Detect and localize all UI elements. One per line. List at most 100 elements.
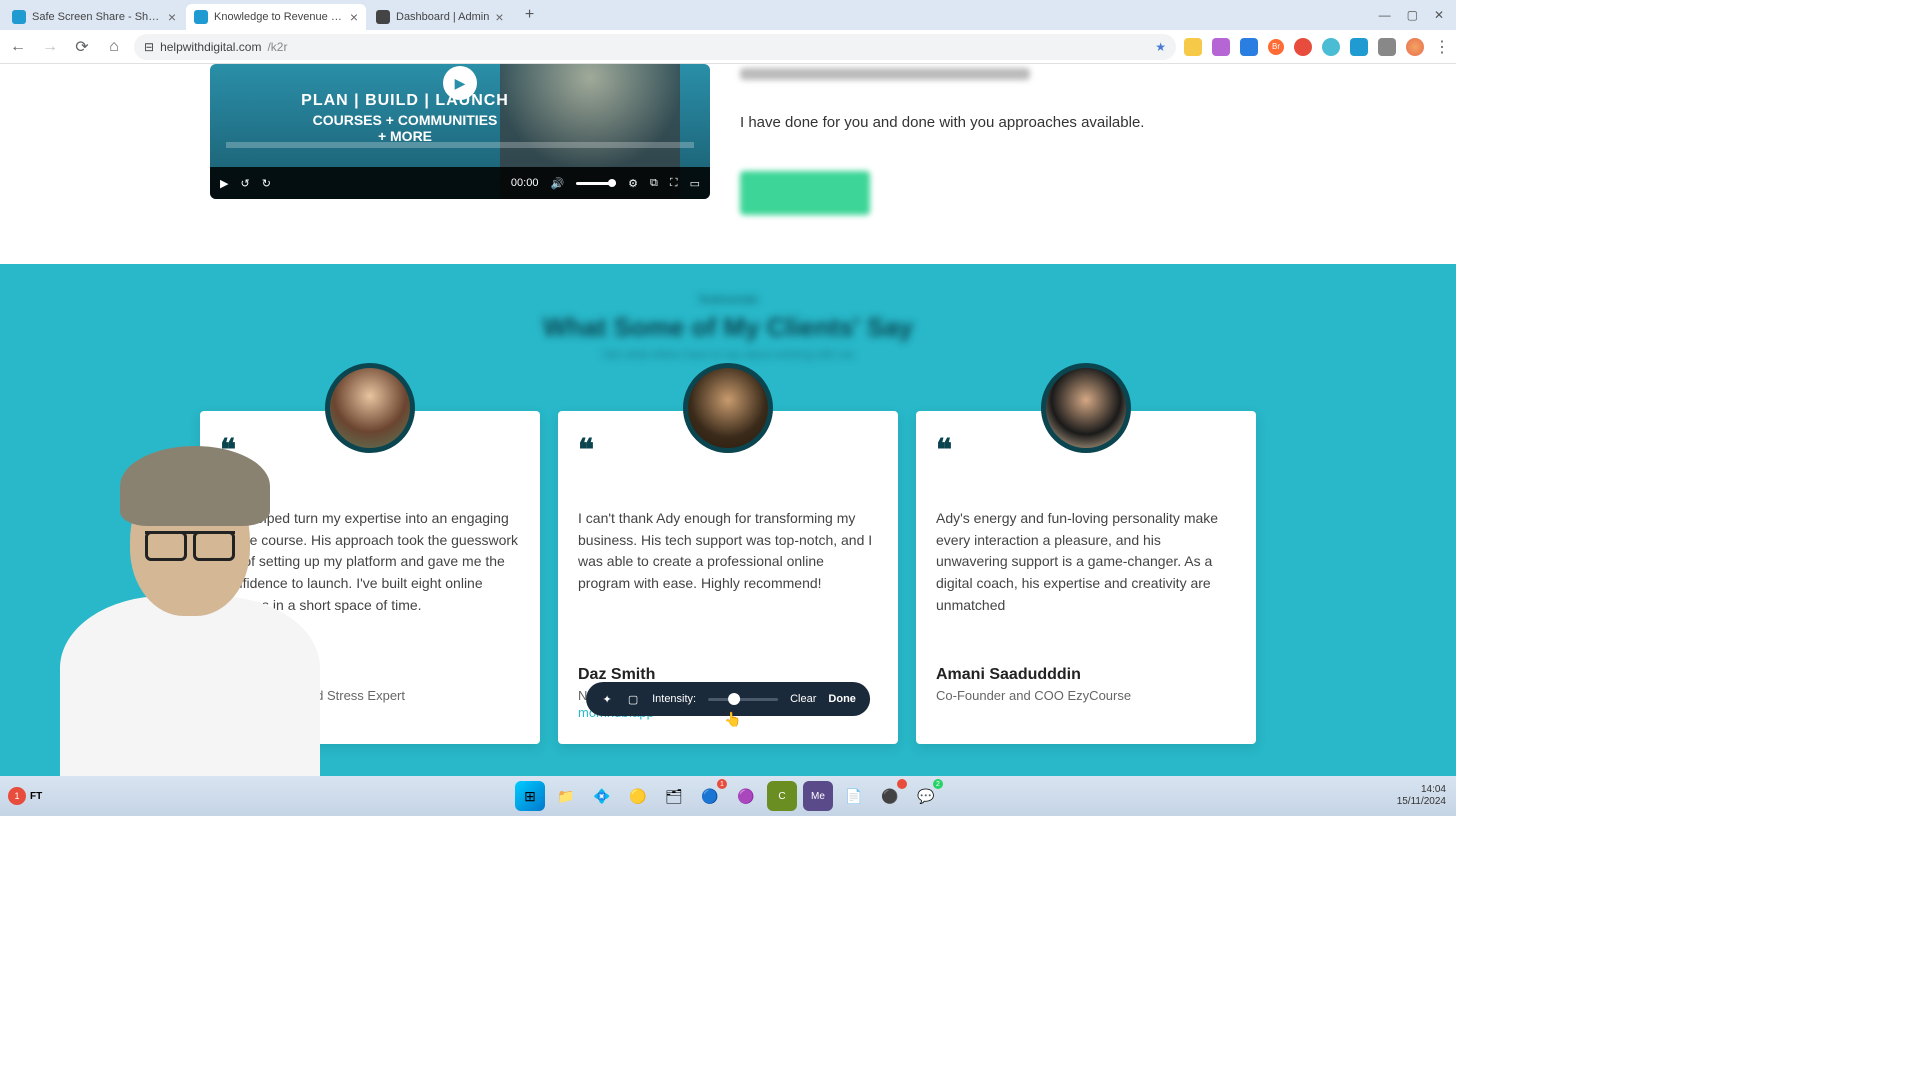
blurred-text xyxy=(740,68,1030,80)
fullscreen-icon[interactable]: ⛶ xyxy=(670,177,678,190)
forward-button[interactable]: → xyxy=(38,35,62,59)
volume-slider[interactable] xyxy=(576,182,616,185)
hero-section: ▶ PLAN | BUILD | LAUNCH COURSES + COMMUN… xyxy=(0,64,1456,264)
forward-button[interactable]: ↻ xyxy=(262,177,271,190)
testimonials-header: Testimonials What Some of My Clients' Sa… xyxy=(40,294,1416,361)
testimonial-role: Co-Founder and COO EzyCourse xyxy=(936,688,1236,703)
testimonial-name: Amani Saadudddin xyxy=(936,666,1236,684)
section-subtitle: See what others have to say about workin… xyxy=(40,349,1416,361)
copilot-icon[interactable]: 💠 xyxy=(587,781,617,811)
webcam-overlay[interactable] xyxy=(50,446,330,766)
close-icon[interactable]: × xyxy=(350,9,358,25)
system-tray[interactable]: 14:04 15/11/2024 xyxy=(1397,784,1446,808)
kebab-menu-icon[interactable]: ⋮ xyxy=(1434,37,1450,57)
reload-button[interactable]: ⟳ xyxy=(70,35,94,59)
video-line1: PLAN | BUILD | LAUNCH xyxy=(250,92,560,110)
ext-icon[interactable] xyxy=(1294,38,1312,56)
droplet-icon xyxy=(12,10,26,24)
bookmark-star-icon[interactable]: ★ xyxy=(1155,40,1166,54)
hero-copy: I have done for you and done with you ap… xyxy=(740,64,1246,215)
ext-icon[interactable] xyxy=(1350,38,1368,56)
home-button[interactable]: ⌂ xyxy=(102,35,126,59)
avatar xyxy=(325,363,415,453)
play-button[interactable]: ▶ xyxy=(220,177,228,190)
windows-taskbar[interactable]: 1 FT ⊞ 📁 💠 🟡 🗂 🔵1 🟣 C Me 📄 ⚫ 💬2 14:04 15… xyxy=(0,776,1456,816)
explorer-icon[interactable]: 📁 xyxy=(551,781,581,811)
camtasia-icon[interactable]: C xyxy=(767,781,797,811)
url-path: /k2r xyxy=(267,40,287,54)
extensions-menu-icon[interactable] xyxy=(1378,38,1396,56)
chrome-icon[interactable]: 🟡 xyxy=(623,781,653,811)
square-icon[interactable]: ▢ xyxy=(626,692,640,706)
app-icon[interactable]: 🟣 xyxy=(731,781,761,811)
badge-icon xyxy=(897,779,907,789)
intensity-label: Intensity: xyxy=(652,693,696,705)
testimonial-card: ❝ Ady's energy and fun-loving personalit… xyxy=(916,411,1256,744)
window-controls: — ▢ ✕ xyxy=(1379,8,1452,22)
section-title: What Some of My Clients' Say xyxy=(40,312,1416,343)
ext-icon[interactable] xyxy=(1240,38,1258,56)
maximize-button[interactable]: ▢ xyxy=(1407,8,1418,22)
ext-icon[interactable]: Br xyxy=(1268,39,1284,55)
ext-icon[interactable] xyxy=(1322,38,1340,56)
media-encoder-icon[interactable]: Me xyxy=(803,781,833,811)
browser-titlebar: Safe Screen Share - Share your × Knowled… xyxy=(0,0,1456,30)
window-icon xyxy=(376,10,390,24)
testimonial-body: Ady's energy and fun-loving personality … xyxy=(936,508,1236,648)
whatsapp-icon[interactable]: 💬2 xyxy=(911,781,941,811)
volume-icon[interactable]: 🔊 xyxy=(550,177,564,190)
tab-k2r[interactable]: Knowledge to Revenue | Desig × xyxy=(186,4,366,30)
testimonial-body: I can't thank Ady enough for transformin… xyxy=(578,508,878,648)
tab-dashboard[interactable]: Dashboard | Admin × xyxy=(368,4,512,30)
video-progress[interactable] xyxy=(226,142,694,148)
ext-icon[interactable] xyxy=(1212,38,1230,56)
chrome-icon[interactable]: 🔵1 xyxy=(695,781,725,811)
done-button[interactable]: Done xyxy=(828,693,856,705)
start-button[interactable]: ⊞ xyxy=(515,781,545,811)
droplet-icon xyxy=(194,10,208,24)
slider-thumb[interactable] xyxy=(728,693,740,705)
site-info-icon[interactable]: ⊟ xyxy=(144,40,154,54)
url-domain: helpwithdigital.com xyxy=(160,40,261,54)
notepad-icon[interactable]: 📄 xyxy=(839,781,869,811)
minimize-button[interactable]: — xyxy=(1379,8,1391,22)
badge-icon: 2 xyxy=(933,779,943,789)
close-icon[interactable]: × xyxy=(168,9,176,25)
close-icon[interactable]: × xyxy=(495,9,503,25)
close-button[interactable]: ✕ xyxy=(1434,8,1444,22)
page-content: ▶ PLAN | BUILD | LAUNCH COURSES + COMMUN… xyxy=(0,64,1456,776)
cast-icon[interactable]: ▭ xyxy=(690,177,700,190)
video-time: 00:00 xyxy=(511,177,539,189)
presenter-video xyxy=(50,446,330,766)
ext-icon[interactable] xyxy=(1184,38,1202,56)
notification-badge: 1 xyxy=(8,787,26,805)
video-line2: COURSES + COMMUNITIES xyxy=(250,112,560,128)
pip-icon[interactable]: ⧉ xyxy=(650,177,658,190)
tab-title: Knowledge to Revenue | Desig xyxy=(214,11,344,23)
video-overlay-text: PLAN | BUILD | LAUNCH COURSES + COMMUNIT… xyxy=(250,92,560,144)
profile-avatar[interactable] xyxy=(1406,38,1424,56)
clock-time: 14:04 xyxy=(1397,784,1446,796)
obs-icon[interactable]: ⚫ xyxy=(875,781,905,811)
back-button[interactable]: ← xyxy=(6,35,30,59)
cta-button[interactable] xyxy=(740,171,870,215)
tab-title: Safe Screen Share - Share your xyxy=(32,11,162,23)
avatar xyxy=(683,363,773,453)
widget-text: FT xyxy=(30,791,42,802)
taskbar-left[interactable]: 1 FT xyxy=(8,787,42,805)
settings-icon[interactable]: ⚙ xyxy=(628,177,638,190)
video-controls: ▶ ↺ ↻ 00:00 🔊 ⚙ ⧉ ⛶ ▭ xyxy=(210,167,710,199)
cursor-icon: 👆 xyxy=(724,711,741,728)
new-tab-button[interactable]: + xyxy=(518,3,542,27)
hero-subtitle: I have done for you and done with you ap… xyxy=(740,114,1246,131)
tab-safescreen[interactable]: Safe Screen Share - Share your × xyxy=(4,4,184,30)
intensity-slider[interactable] xyxy=(708,698,778,701)
video-player[interactable]: ▶ PLAN | BUILD | LAUNCH COURSES + COMMUN… xyxy=(210,64,710,199)
address-bar[interactable]: ⊟ helpwithdigital.com/k2r ★ xyxy=(134,34,1176,60)
tab-title: Dashboard | Admin xyxy=(396,11,489,23)
rewind-button[interactable]: ↺ xyxy=(240,177,249,190)
clear-button[interactable]: Clear xyxy=(790,693,816,705)
folder-icon[interactable]: 🗂 xyxy=(659,781,689,811)
badge-icon: 1 xyxy=(717,779,727,789)
wand-icon[interactable]: ✦ xyxy=(600,692,614,706)
